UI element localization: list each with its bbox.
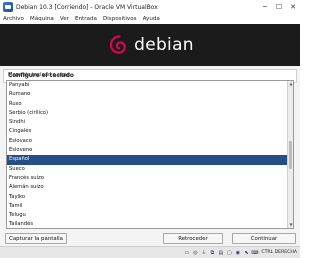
list-item-selected[interactable]: Español (7, 155, 287, 165)
list-item[interactable]: Serbio (cirílico) (7, 109, 287, 118)
close-button[interactable]: ✕ (286, 0, 300, 14)
keyboard-icon[interactable]: ⌨ (251, 250, 258, 256)
list-item[interactable]: Eslovaco (7, 137, 287, 146)
host-key-label: CTRL DERECHA (261, 250, 297, 255)
minimize-button[interactable]: ─ (258, 0, 272, 14)
list-item[interactable]: Tayiko (7, 193, 287, 202)
list-item[interactable]: Esloveno (7, 146, 287, 155)
keymap-list-items: Panyabí Rumano Ruso Serbio (cirílico) Sindhi… (7, 81, 287, 228)
debian-swirl-icon (110, 35, 126, 54)
continue-button[interactable]: Continuar (232, 233, 296, 244)
scroll-thumb[interactable] (289, 141, 292, 169)
list-item[interactable]: Tailandés (7, 220, 287, 228)
debian-logo-text: debian (134, 35, 194, 55)
video-capture-icon[interactable]: ◉ (234, 250, 241, 256)
menu-archivo[interactable]: Archivo (3, 16, 24, 22)
window-titlebar: Debian 10.3 [Corriendo] - Oracle VM Virt… (0, 0, 300, 14)
menu-bar: Archivo Máquina Ver Entrada Dispositivos… (0, 14, 300, 24)
list-item[interactable]: Rumano (7, 90, 287, 99)
shared-folder-icon[interactable]: ▤ (217, 250, 224, 256)
list-item[interactable]: Panyabí (7, 81, 287, 90)
list-item[interactable]: Cingalés (7, 127, 287, 136)
maximize-button[interactable]: ☐ (272, 0, 286, 14)
list-item[interactable]: Sueco (7, 165, 287, 174)
display-icon[interactable]: ▢ (226, 250, 233, 256)
window-title: Debian 10.3 [Corriendo] - Oracle VM Virt… (16, 3, 158, 11)
list-item[interactable]: Tamil (7, 202, 287, 211)
hdd-icon[interactable]: ▭ (183, 250, 190, 256)
usb-icon[interactable]: ⏚ (200, 250, 207, 256)
virtualbox-icon (3, 2, 13, 12)
button-bar: Capturar la pantalla Retroceder Continua… (0, 232, 300, 246)
debian-banner: debian (0, 24, 300, 66)
list-item[interactable]: Sindhi (7, 118, 287, 127)
network-icon[interactable]: ⧉ (209, 250, 216, 256)
keymap-prompt: Mapa de teclado a usar: (8, 72, 71, 78)
menu-maquina[interactable]: Máquina (30, 16, 54, 22)
optical-icon[interactable]: ◎ (192, 250, 199, 256)
scroll-down-icon[interactable]: ▼ (288, 222, 293, 228)
scroll-up-icon[interactable]: ▲ (288, 81, 293, 87)
menu-ayuda[interactable]: Ayuda (143, 16, 160, 22)
keymap-list[interactable]: Panyabí Rumano Ruso Serbio (cirílico) Sindhi… (6, 80, 294, 229)
back-button[interactable]: Retroceder (163, 233, 223, 244)
list-item[interactable]: Telugu (7, 211, 287, 220)
menu-dispositivos[interactable]: Dispositivos (103, 16, 137, 22)
list-item[interactable]: Alemán suizo (7, 183, 287, 192)
list-item[interactable]: Francés suizo (7, 174, 287, 183)
list-item[interactable]: Ruso (7, 100, 287, 109)
menu-ver[interactable]: Ver (60, 16, 69, 22)
menu-entrada[interactable]: Entrada (75, 16, 97, 22)
list-scrollbar[interactable]: ▲ ▼ (287, 81, 293, 228)
screenshot-button[interactable]: Capturar la pantalla (5, 233, 67, 244)
mouse-integration-icon[interactable]: ⬉ (243, 250, 250, 256)
vm-statusbar: ▭ ◎ ⏚ ⧉ ▤ ▢ ◉ ⬉ ⌨ CTRL DERECHA (0, 246, 300, 258)
